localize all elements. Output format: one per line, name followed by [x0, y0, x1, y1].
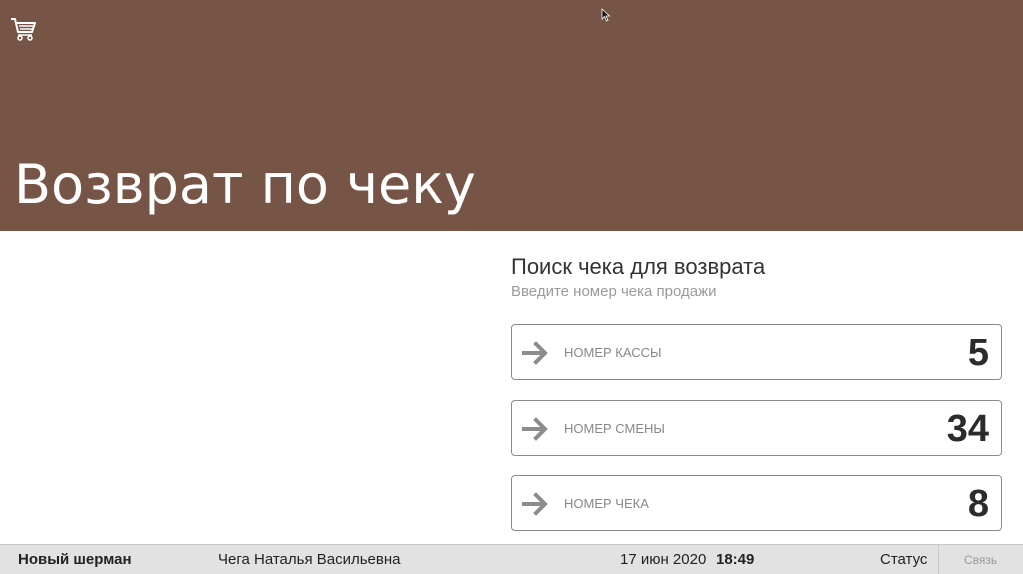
register-number-field[interactable]: НОМЕР КАССЫ 5 [511, 324, 1002, 380]
current-time: 18:49 [716, 551, 755, 568]
connection-label: Связь [964, 553, 998, 567]
receipt-search-panel: Поиск чека для возврата Введите номер че… [511, 252, 1004, 302]
status-button[interactable]: Статус [880, 551, 927, 568]
search-title: Поиск чека для возврата [511, 254, 766, 279]
connection-indicator[interactable]: Связь [938, 545, 1023, 574]
search-subtitle: Введите номер чека продажи [511, 283, 717, 300]
current-date: 17 июн 2020 [620, 551, 707, 568]
arrow-right-icon [522, 416, 550, 442]
arrow-right-icon [522, 491, 550, 517]
page-title: Возврат по чеку [14, 153, 476, 216]
arrow-right-icon [522, 340, 550, 366]
register-number-value[interactable]: 5 [968, 331, 989, 375]
left-pane [0, 231, 500, 544]
shift-number-field[interactable]: НОМЕР СМЕНЫ 34 [511, 400, 1002, 456]
store-name: Новый шерман [18, 551, 132, 568]
status-bar: Новый шерман Чега Наталья Васильевна 17 … [0, 544, 1023, 574]
mouse-cursor-icon [601, 8, 611, 22]
cashier-name: Чега Наталья Васильевна [218, 551, 401, 568]
register-number-label: НОМЕР КАССЫ [564, 345, 662, 360]
shift-number-label: НОМЕР СМЕНЫ [564, 421, 665, 436]
cart-icon[interactable] [10, 16, 38, 42]
receipt-number-label: НОМЕР ЧЕКА [564, 496, 649, 511]
header-bar: Возврат по чеку [0, 0, 1023, 231]
receipt-number-field[interactable]: НОМЕР ЧЕКА 8 [511, 475, 1002, 531]
receipt-number-value[interactable]: 8 [968, 482, 989, 526]
shift-number-value[interactable]: 34 [947, 407, 989, 451]
